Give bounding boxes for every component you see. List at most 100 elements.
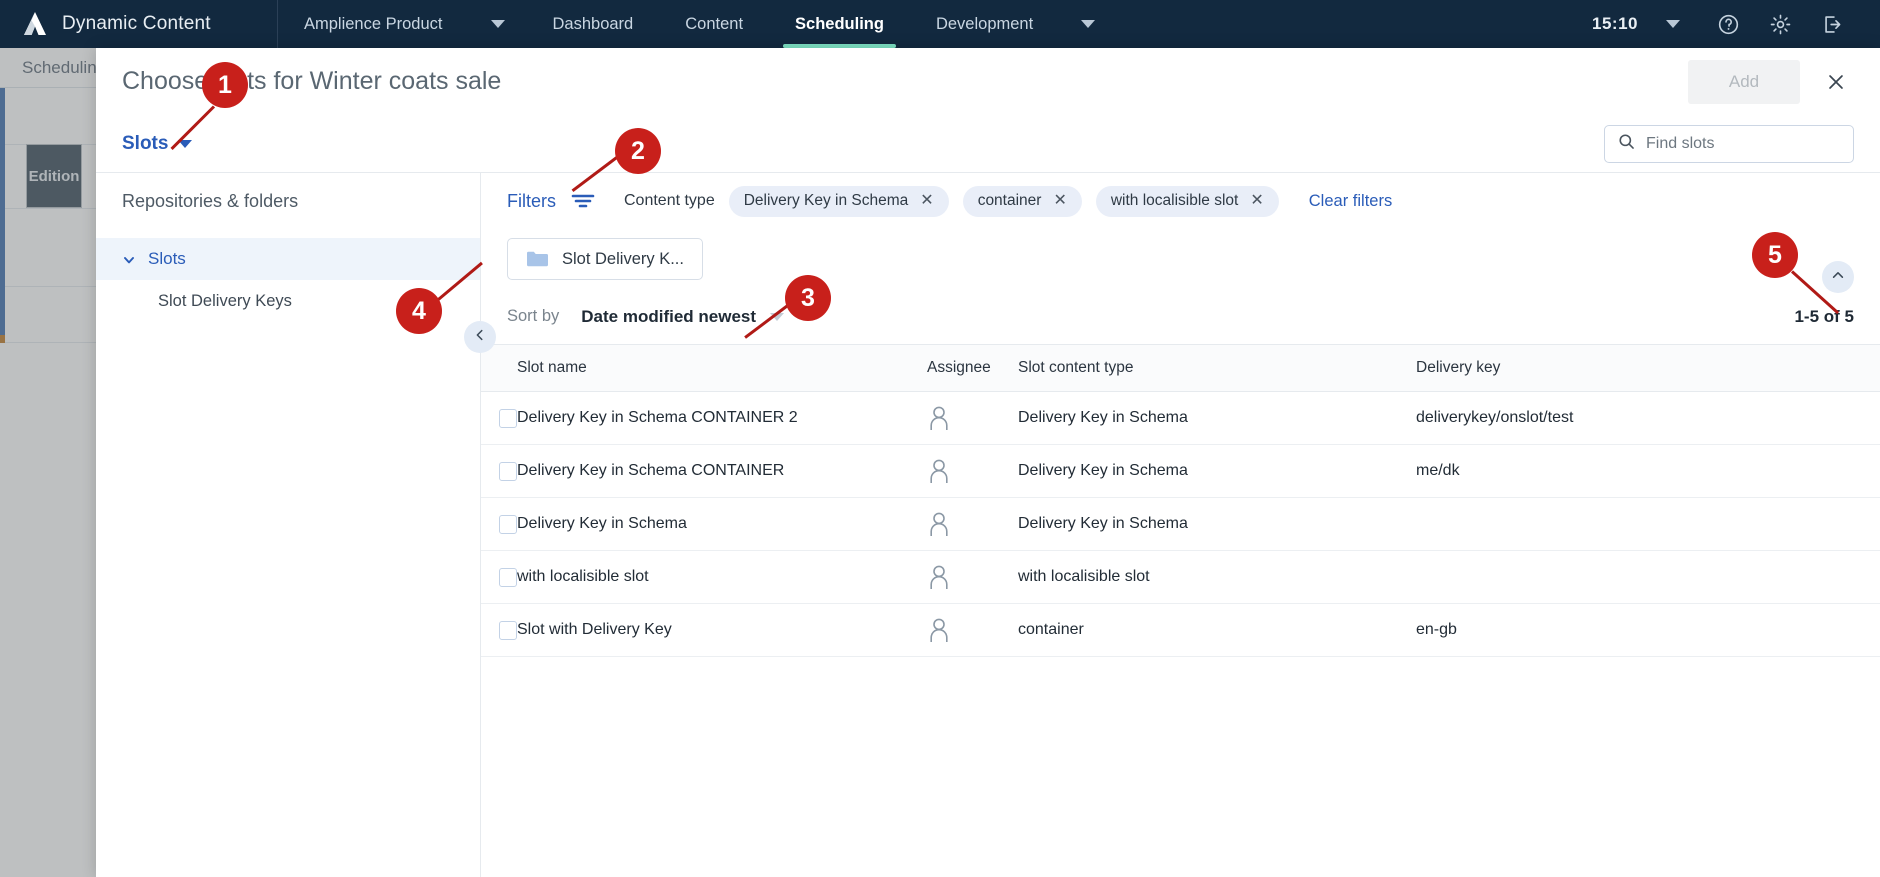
breadcrumb-folder-button[interactable]: Slot Delivery K...: [507, 238, 703, 280]
slots-table: Slot name Assignee Slot content type Del…: [481, 345, 1880, 877]
cell-slot-content-type: container: [1018, 621, 1084, 638]
gear-icon[interactable]: [1754, 0, 1806, 48]
slots-table-header: Slot name Assignee Slot content type Del…: [481, 345, 1880, 392]
filter-icon[interactable]: [570, 191, 596, 211]
table-row[interactable]: Delivery Key in Schema CONTAINER 2 Deliv…: [481, 392, 1880, 445]
chevron-down-icon: [178, 139, 193, 148]
filter-chip-label: container: [977, 192, 1042, 209]
cell-slot-content-type: Delivery Key in Schema: [1018, 409, 1188, 426]
brand-name: Dynamic Content: [62, 13, 211, 34]
user-avatar-icon: [927, 405, 951, 431]
breadcrumb-folder-label: Slot Delivery K...: [562, 249, 684, 268]
cell-slot-name: Slot with Delivery Key: [517, 621, 672, 638]
cell-delivery-key: me/dk: [1416, 462, 1460, 479]
top-navigation-bar: Dynamic Content Amplience Product Dashbo…: [0, 0, 1880, 48]
close-icon[interactable]: ✕: [1250, 193, 1263, 209]
column-header-assignee[interactable]: Assignee: [913, 359, 1018, 377]
cell-slot-name: Delivery Key in Schema CONTAINER: [517, 462, 785, 479]
nav-item-label: Development: [935, 14, 1034, 33]
help-circle-icon[interactable]: [1702, 0, 1754, 48]
nav-item-content[interactable]: Content: [659, 0, 769, 48]
row-checkbox[interactable]: [499, 514, 517, 534]
cell-slot-name: with localisible slot: [517, 568, 649, 585]
close-icon[interactable]: [1814, 60, 1858, 104]
logout-icon[interactable]: [1806, 0, 1858, 48]
cell-assignee: [913, 511, 1018, 537]
cell-slot-name: Delivery Key in Schema CONTAINER 2: [517, 409, 798, 426]
row-checkbox-cell: [481, 567, 517, 587]
table-row[interactable]: with localisible slot with localisible s…: [481, 551, 1880, 604]
content-type-selector-label: Slots: [122, 132, 169, 154]
choose-slots-dialog: Choose slots for Winter coats sale Add S…: [96, 48, 1880, 877]
chevron-down-icon[interactable]: [490, 20, 505, 28]
nav-overflow-chevron-down-icon[interactable]: [1081, 20, 1096, 28]
row-checkbox-cell: [481, 408, 517, 428]
clear-filters-button[interactable]: Clear filters: [1309, 192, 1392, 211]
dialog-header: Choose slots for Winter coats sale Add: [96, 48, 1880, 115]
content-type-selector[interactable]: Slots: [122, 132, 193, 155]
chevron-down-icon: [122, 252, 136, 266]
chevron-up-icon: [1831, 268, 1845, 287]
tree-item-slot-delivery-keys[interactable]: Slot Delivery Keys: [96, 280, 480, 322]
user-avatar-icon: [927, 564, 951, 590]
repositories-folders-title: Repositories & folders: [122, 191, 299, 211]
cell-slot-name: Delivery Key in Schema: [517, 515, 687, 532]
user-avatar-icon: [927, 458, 951, 484]
column-header-delivery-key[interactable]: Delivery key: [1416, 359, 1880, 377]
nav-item-label: Dashboard: [552, 14, 634, 33]
scroll-up-button[interactable]: [1822, 261, 1854, 293]
row-checkbox[interactable]: [499, 461, 517, 481]
sort-row: Sort by Date modified newest 1-5 of 5: [481, 261, 1880, 345]
cell-assignee: [913, 617, 1018, 643]
tree-item-slots[interactable]: Slots: [96, 238, 480, 280]
filters-row: Filters Content type Delivery Key in Sch…: [481, 173, 1880, 229]
search-icon: [1617, 132, 1636, 156]
table-row[interactable]: Delivery Key in Schema CONTAINER Deliver…: [481, 445, 1880, 498]
dialog-body: Repositories & folders Slots Slot Delive…: [96, 173, 1880, 877]
sort-by-label: Sort by: [507, 307, 560, 325]
close-icon[interactable]: ✕: [1053, 193, 1066, 209]
column-header-slot-content-type[interactable]: Slot content type: [1018, 359, 1416, 377]
account-selector[interactable]: Amplience Product: [278, 0, 469, 48]
filter-chip-delivery-key-in-schema[interactable]: Delivery Key in Schema ✕: [728, 185, 949, 217]
filter-chip-container[interactable]: container ✕: [962, 185, 1082, 217]
row-checkbox[interactable]: [499, 408, 517, 428]
sort-value[interactable]: Date modified newest: [581, 307, 756, 327]
table-row[interactable]: Delivery Key in Schema Delivery Key in S…: [481, 498, 1880, 551]
chevron-down-icon[interactable]: [770, 312, 785, 321]
folder-icon: [526, 250, 548, 268]
top-navigation-actions: 15:10: [1592, 0, 1880, 48]
amplience-logo-icon: [22, 11, 48, 37]
nav-item-label: Scheduling: [795, 14, 884, 33]
row-checkbox[interactable]: [499, 620, 517, 640]
cell-slot-content-type: Delivery Key in Schema: [1018, 515, 1188, 532]
chevron-left-icon: [473, 328, 487, 347]
row-checkbox[interactable]: [499, 567, 517, 587]
clock-chevron-down-icon[interactable]: [1666, 20, 1680, 28]
tree-item-label: Slots: [148, 249, 186, 268]
brand-block[interactable]: Dynamic Content: [0, 0, 278, 48]
cell-assignee: [913, 405, 1018, 431]
close-icon[interactable]: ✕: [920, 193, 933, 209]
filter-chip-label: with localisible slot: [1110, 192, 1239, 209]
column-header-slot-name[interactable]: Slot name: [517, 359, 913, 377]
search-slots-box[interactable]: [1604, 124, 1854, 163]
search-input[interactable]: [1646, 134, 1841, 153]
user-avatar-icon: [927, 511, 951, 537]
cell-slot-content-type: with localisible slot: [1018, 568, 1150, 585]
nav-item-scheduling[interactable]: Scheduling: [769, 0, 910, 48]
tree-item-label: Slot Delivery Keys: [158, 291, 292, 310]
repositories-folders-panel: Repositories & folders Slots Slot Delive…: [96, 173, 496, 877]
dialog-subheader: Slots: [96, 115, 1880, 173]
filters-label[interactable]: Filters: [507, 191, 556, 212]
nav-item-dashboard[interactable]: Dashboard: [527, 0, 660, 48]
cell-delivery-key: en-gb: [1416, 621, 1457, 638]
add-button[interactable]: Add: [1688, 59, 1800, 104]
filter-chip-with-localisible-slot[interactable]: with localisible slot ✕: [1095, 185, 1279, 217]
cell-assignee: [913, 564, 1018, 590]
nav-item-development[interactable]: Development: [910, 0, 1059, 48]
collapse-panel-button[interactable]: [464, 321, 496, 353]
table-row[interactable]: Slot with Delivery Key container en-gb: [481, 604, 1880, 657]
screen-root: Scheduling Edition Dynamic Content Ampli…: [0, 0, 1880, 877]
breadcrumb: Slot Delivery K...: [481, 229, 1880, 289]
